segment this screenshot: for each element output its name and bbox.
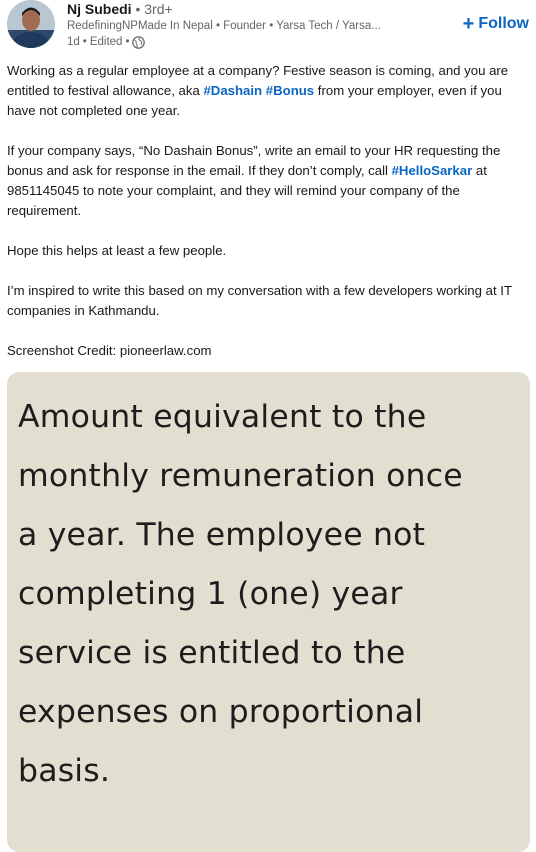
hashtag-dashain[interactable]: #Dashain [203,83,262,98]
meta-separator: • [125,36,130,48]
follow-label: Follow [478,15,529,32]
name-separator: • [135,1,141,17]
post-paragraph: If your company says, “No Dashain Bonus”… [7,141,522,221]
post-paragraph: Working as a regular employee at a compa… [7,61,522,121]
post-paragraph: Screenshot Credit: pioneerlaw.com [7,343,212,358]
globe-icon [132,36,146,49]
connection-degree: 3rd+ [144,1,173,17]
image-text-line: service is entitled to the [18,635,406,671]
image-text-line: completing 1 (one) year [18,576,403,612]
post-header: Nj Subedi • 3rd+ RedefiningNPMade In Nep… [0,0,536,56]
hashtag-bonus[interactable]: #Bonus [266,83,314,98]
post-paragraph: Hope this helps at least a few people. [7,243,227,258]
avatar[interactable] [7,0,55,48]
meta-separator: • [82,36,87,48]
edited-label: Edited [89,36,123,48]
follow-button[interactable]: + Follow [463,12,529,36]
hashtag-hellosarkar[interactable]: #HelloSarkar [392,163,473,178]
image-text-line: Amount equivalent to the [18,399,427,435]
post-meta: 1d • Edited • [67,35,146,50]
image-text: Amount equivalent to the monthly remuner… [18,388,528,801]
post-paragraph: I’m inspired to write this based on my c… [7,283,512,318]
plus-icon: + [462,13,475,35]
post-time: 1d [67,36,80,48]
image-text-line: monthly remuneration once [18,458,463,494]
post-image[interactable]: Amount equivalent to the monthly remuner… [7,372,530,852]
post-body: Working as a regular employee at a compa… [7,61,522,381]
image-text-line: expenses on proportional [18,694,424,730]
author-headline: RedefiningNPMade In Nepal • Founder • Ya… [67,20,381,32]
author-name[interactable]: Nj Subedi [67,1,132,17]
author-name-line: Nj Subedi • 3rd+ [67,0,173,18]
image-text-line: basis. [18,753,111,789]
image-text-line: a year. The employee not [18,517,426,553]
